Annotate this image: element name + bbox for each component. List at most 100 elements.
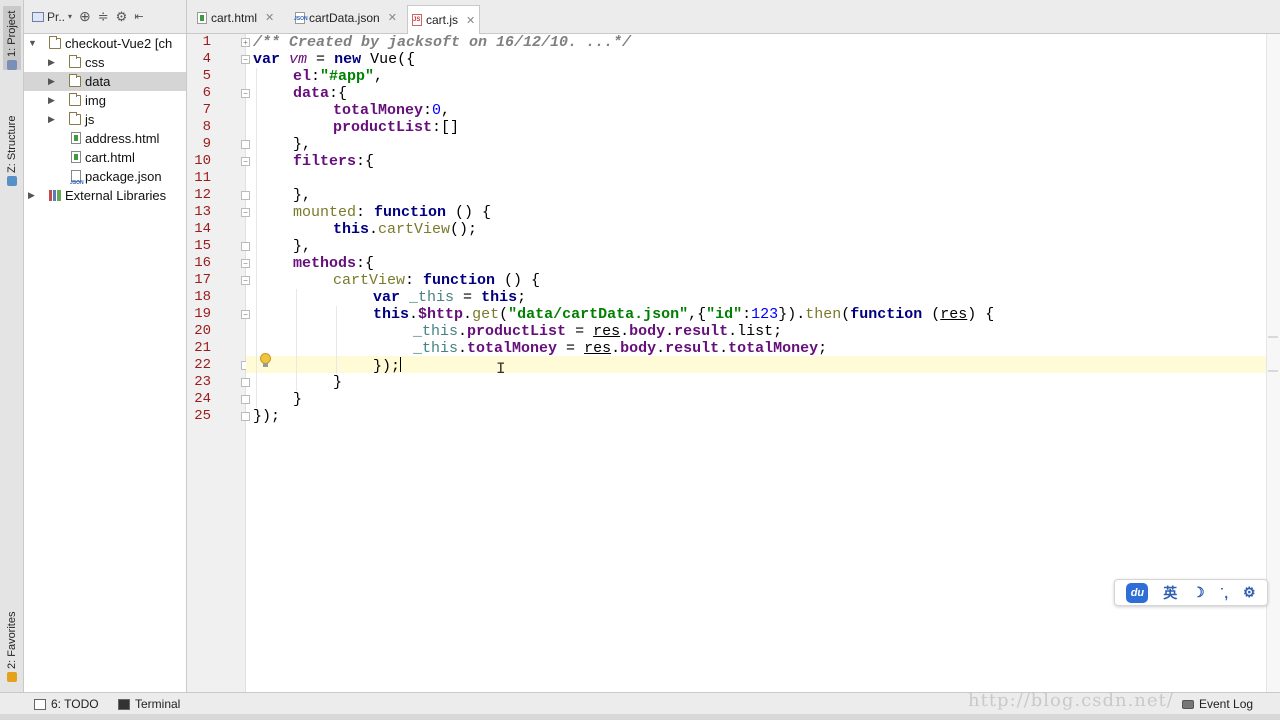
terminal-icon: [118, 698, 130, 710]
project-view-label: Pr..: [47, 9, 66, 24]
fold-collapse-icon[interactable]: −: [241, 208, 250, 217]
lightbulb-icon[interactable]: [259, 353, 272, 368]
code-line-16: methods:{: [293, 255, 375, 272]
code-line-1: /** Created by jacksoft on 16/12/10. ...…: [253, 34, 632, 51]
code-line-25: });: [253, 408, 281, 425]
tab-cartdata-json[interactable]: cartData.json ✕: [291, 6, 401, 29]
locate-icon[interactable]: ⊕: [79, 8, 91, 25]
fold-expand-icon[interactable]: +: [241, 38, 250, 47]
fold-collapse-icon[interactable]: −: [241, 310, 250, 319]
line-number: 18: [194, 289, 211, 305]
collapse-arrow-icon[interactable]: ▶: [48, 110, 58, 129]
gear-icon[interactable]: ⚙: [116, 9, 128, 25]
event-log-icon: [1182, 699, 1194, 709]
editor-scrollbar[interactable]: [1266, 34, 1280, 692]
line-number: 5: [202, 68, 211, 84]
baidu-ime-logo-icon[interactable]: du: [1126, 582, 1149, 603]
code-line-10: filters:{: [293, 153, 375, 170]
line-number: 12: [194, 187, 211, 203]
collapse-arrow-icon[interactable]: ▶: [48, 91, 58, 110]
code-line-9: },: [293, 136, 312, 153]
line-number: 1: [202, 34, 211, 50]
line-number: 21: [194, 340, 211, 356]
tree-item-external-libraries[interactable]: ▶ External Libraries: [24, 186, 186, 205]
code-line-17: cartView: function () {: [333, 272, 541, 289]
line-number: 11: [194, 170, 211, 186]
code-line-21: _this.totalMoney = res.body.result.total…: [413, 340, 828, 357]
tab-cart-html[interactable]: cart.html ✕: [193, 6, 278, 29]
fold-end-icon[interactable]: [241, 395, 250, 404]
terminal-label: Terminal: [135, 697, 181, 711]
fold-end-icon[interactable]: [241, 191, 250, 200]
project-icon: [7, 60, 17, 70]
fold-collapse-icon[interactable]: −: [241, 89, 250, 98]
tree-item-project-root[interactable]: ▼ checkout-Vue2 [ch: [24, 34, 186, 53]
project-toolbar: Pr.. ▾ ⊕ ≑ ⚙ ⇤: [24, 0, 186, 34]
close-icon[interactable]: ✕: [466, 14, 475, 27]
close-icon[interactable]: ✕: [265, 11, 274, 24]
editor-gutter[interactable]: 1 4 5 6 7 8 9 10 11 12 13 14 15 16 17 18…: [187, 34, 250, 692]
ime-language-toggle[interactable]: 英: [1163, 583, 1177, 603]
tab-cart-js[interactable]: cart.js ✕: [407, 5, 481, 34]
fold-collapse-icon[interactable]: −: [241, 157, 250, 166]
tab-label: cart.html: [211, 10, 258, 25]
fold-end-icon[interactable]: [241, 412, 250, 421]
expand-arrow-icon[interactable]: ▼: [28, 34, 38, 53]
event-log-button[interactable]: Event Log: [1182, 697, 1253, 711]
tree-item-css[interactable]: ▶ css: [24, 53, 186, 72]
todo-tool-button[interactable]: 6: TODO: [34, 697, 99, 711]
tree-item-img[interactable]: ▶ img: [24, 91, 186, 110]
project-panel: Pr.. ▾ ⊕ ≑ ⚙ ⇤ ▼ checkout-Vue2 [ch ▶ css…: [24, 0, 187, 692]
fold-collapse-icon[interactable]: −: [241, 276, 250, 285]
fold-collapse-icon[interactable]: −: [241, 259, 250, 268]
text-caret: [400, 357, 402, 372]
line-number: 15: [194, 238, 211, 254]
tree-item-data[interactable]: ▶ data: [24, 72, 186, 91]
structure-tool-tab[interactable]: Z: Structure: [3, 100, 21, 186]
ime-toolbar: du 英 ☽ ˙, ⚙: [1114, 579, 1268, 606]
line-number: 4: [202, 51, 211, 67]
collapse-all-icon[interactable]: ≑: [98, 9, 109, 25]
chevron-down-icon: ▾: [68, 12, 73, 21]
favorites-tool-tab[interactable]: 2: Favorites: [3, 598, 21, 682]
fold-end-icon[interactable]: [241, 242, 250, 251]
tree-item-cart-html[interactable]: cart.html: [24, 148, 186, 167]
code-line-18: var _this = this;: [373, 289, 527, 306]
line-number: 6: [202, 85, 211, 101]
line-number: 13: [194, 204, 211, 220]
project-view-selector[interactable]: Pr.. ▾: [32, 10, 72, 24]
todo-label: 6: TODO: [51, 697, 99, 711]
code-line-5: el:"#app",: [293, 68, 384, 85]
fold-end-icon[interactable]: [241, 378, 250, 387]
todo-icon: [34, 698, 46, 710]
hide-panel-icon[interactable]: ⇤: [134, 10, 143, 23]
tree-item-address-html[interactable]: address.html: [24, 129, 186, 148]
collapse-arrow-icon[interactable]: ▶: [48, 53, 58, 72]
tree-item-js[interactable]: ▶ js: [24, 110, 186, 129]
tree-item-label: checkout-Vue2 [ch: [65, 36, 173, 51]
collapse-arrow-icon[interactable]: ▶: [28, 186, 38, 205]
project-tool-tab[interactable]: 1: Project: [3, 6, 21, 70]
line-number: 7: [202, 102, 211, 118]
tree-item-label: data: [85, 74, 111, 89]
tree-item-label: cart.html: [85, 150, 135, 165]
tree-item-label: css: [85, 55, 105, 70]
tree-item-label: js: [85, 112, 95, 127]
fold-end-icon[interactable]: [241, 140, 250, 149]
structure-tool-label: Z: Structure: [6, 115, 18, 173]
fold-collapse-icon[interactable]: −: [241, 55, 250, 64]
terminal-tool-button[interactable]: Terminal: [118, 697, 180, 711]
close-icon[interactable]: ✕: [388, 11, 397, 24]
collapse-arrow-icon[interactable]: ▶: [48, 72, 58, 91]
left-tool-strip: 1: Project Z: Structure 2: Favorites: [0, 0, 24, 692]
tree-item-label: address.html: [85, 131, 160, 146]
punctuation-icon[interactable]: ˙,: [1220, 585, 1229, 601]
folder-icon: [49, 36, 61, 49]
tree-item-label: img: [85, 93, 106, 108]
gear-icon[interactable]: ⚙: [1243, 584, 1256, 601]
moon-icon[interactable]: ☽: [1192, 584, 1205, 601]
code-line-8: productList:[]: [333, 119, 460, 136]
code-line-13: mounted: function () {: [293, 204, 492, 221]
indent-guide: [336, 306, 337, 374]
tree-item-package-json[interactable]: package.json: [24, 167, 186, 193]
